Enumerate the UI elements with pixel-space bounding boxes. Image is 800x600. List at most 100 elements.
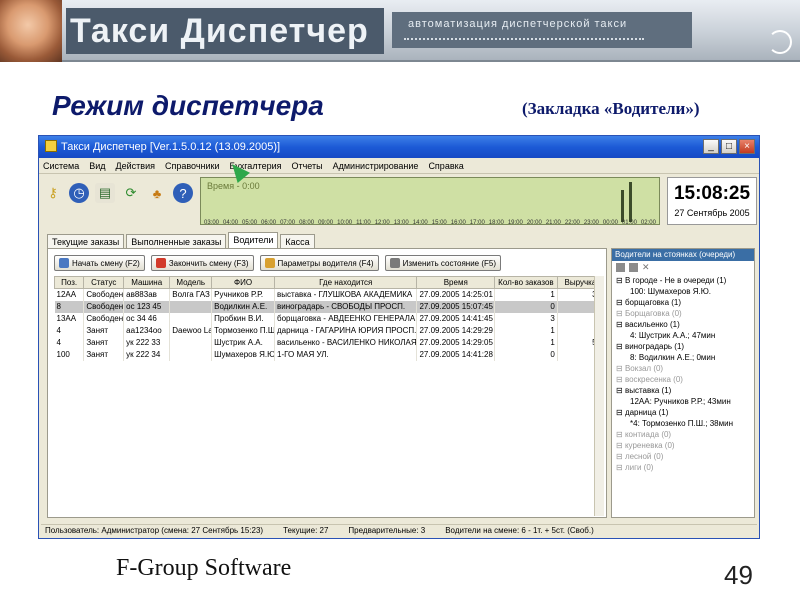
action-button[interactable]: Изменить состояние (F5) [384, 255, 502, 271]
axis-tick: 08:00 [299, 220, 315, 226]
tab-item[interactable]: Выполненные заказы [126, 234, 227, 249]
tree-node[interactable]: 100: Шумахеров Я.Ю. [616, 286, 754, 297]
tree-node[interactable]: ⊟ куреневка (0) [616, 440, 754, 451]
tree-node-label: Вокзал (0) [624, 364, 664, 373]
column-header[interactable]: Машина [123, 276, 171, 289]
tree-node[interactable]: ⊟ воскресенка (0) [616, 374, 754, 385]
tree-node[interactable]: ⊟ выставка (1) [616, 385, 754, 396]
tree-node-label: Борщаговка (0) [624, 309, 682, 318]
axis-tick: 23:00 [583, 220, 599, 226]
menu-item[interactable]: Вид [89, 158, 105, 173]
table-row[interactable]: 8 Свободен ос 123 45 Водилкин А.Е. винограда… [54, 300, 605, 313]
menu-item[interactable]: Справка [428, 158, 463, 173]
tree-node[interactable]: *4: Тормозенко П.Ш.; 38мин [616, 418, 754, 429]
key-icon[interactable]: ⚷ [43, 183, 63, 203]
action-button[interactable]: Начать смену (F2) [54, 255, 145, 271]
tree-node[interactable]: 8: Водилкин А.Е.; 0мин [616, 352, 754, 363]
tree-node-label: воскресенка (0) [624, 375, 683, 384]
tree-node[interactable]: ⊟ виноградарь (1) [616, 341, 754, 352]
tab-item[interactable]: Касса [280, 234, 315, 249]
minimize-button[interactable]: _ [703, 139, 719, 154]
menu-item[interactable]: Отчеты [292, 158, 323, 173]
table-body: 12АА Свободен ав883ав Волга ГАЗ Ручников Р.Р… [54, 288, 605, 361]
graph-bar [629, 182, 632, 222]
tree-node[interactable]: ⊟ лесной (0) [616, 451, 754, 462]
table-cell: 3 [494, 312, 558, 325]
new-order-icon[interactable]: ▤ [95, 183, 115, 203]
column-header[interactable]: Время [416, 276, 495, 289]
axis-tick: 20:00 [526, 220, 542, 226]
tree-node[interactable]: ⊟ В городе - Не в очереди (1) [616, 275, 754, 286]
tab-strip: Текущие заказы Выполненные заказы Водители… [47, 232, 315, 249]
table-cell: Волга ГАЗ [169, 288, 213, 301]
users-icon[interactable]: ♣ [147, 183, 167, 203]
maximize-button[interactable]: □ [721, 139, 737, 154]
column-header[interactable]: Поз. [53, 276, 85, 289]
menu-bar: Система Вид Действия Справочники Бухгалтерия… [39, 158, 759, 174]
axis-tick: 07:00 [280, 220, 296, 226]
table-row[interactable]: 100 Занят ук 222 34 Шумахеров Я.Ю. 1-ГО МАЯ … [54, 348, 605, 361]
tree-node[interactable]: ⊟ контиада (0) [616, 429, 754, 440]
table-cell: борщаговка - АВДЕЕНКО ГЕНЕРАЛА [274, 312, 418, 325]
axis-tick: 03:00 [204, 220, 220, 226]
tree-node-label: лесной (0) [624, 452, 664, 461]
tree-node[interactable]: ⊟ дарница (1) [616, 407, 754, 418]
table-row[interactable]: 4Занятаа1234ооDaewoo LanosТормозенко П.Ш… [54, 324, 605, 337]
table-scrollbar[interactable] [594, 276, 604, 516]
menu-item[interactable]: Справочники [165, 158, 220, 173]
graph-note: Время - 0:00 [207, 181, 260, 191]
column-header[interactable]: Статус [83, 276, 125, 289]
tree-node-label: борщаговка (1) [624, 298, 682, 307]
expand-icon[interactable] [616, 263, 625, 272]
tree-node[interactable]: ⊟ лиги (0) [616, 462, 754, 473]
slide-subtitle: (Закладка «Водители») [522, 99, 700, 118]
table-cell: Свободен [83, 300, 125, 313]
action-icon [389, 258, 400, 268]
menu-item[interactable]: Администрирование [333, 158, 419, 173]
table-cell: Шумахеров Я.Ю. [211, 348, 275, 361]
table-cell: Занят [83, 324, 125, 337]
column-header[interactable]: Модель [169, 276, 213, 289]
page-number: 49 [724, 560, 753, 590]
table-cell: выставка - ГЛУШКОВА АКАДЕМИКА [274, 288, 418, 301]
table-cell: Свободен [83, 288, 125, 301]
tab-item[interactable]: Водители [228, 232, 279, 249]
app-icon [45, 140, 57, 152]
menu-item[interactable]: Система [43, 158, 79, 173]
table-cell: аа1234оо [123, 324, 171, 337]
collapse-icon[interactable] [629, 263, 638, 272]
table-row[interactable]: 13АА Свободен ос 34 46 Пробкин В.И. борщагов… [54, 312, 605, 325]
status-text: Пользователь: Администратор (смена: 27 С… [45, 526, 264, 535]
tree-node[interactable]: ⊟ васильенко (1) [616, 319, 754, 330]
column-header[interactable]: ФИО [211, 276, 275, 289]
clock-icon[interactable]: ◷ [69, 183, 89, 203]
close-button[interactable]: × [739, 139, 755, 154]
tree-node[interactable]: ⊟ Вокзал (0) [616, 363, 754, 374]
table-cell [169, 312, 213, 325]
tree-node[interactable]: 12АА: Ручников Р.Р.; 43мин [616, 396, 754, 407]
tree-node[interactable]: ⊟ борщаговка (1) [616, 297, 754, 308]
window-titlebar[interactable]: Такси Диспетчер [Ver.1.5.0.12 (13.09.200… [39, 136, 759, 158]
queue-tools: ✕ [612, 261, 754, 275]
tree-node[interactable]: 4: Шустрик А.А.; 47мин [616, 330, 754, 341]
table-cell: 1-ГО МАЯ УЛ. [274, 348, 418, 361]
help-icon[interactable]: ? [173, 183, 193, 203]
window-title: Такси Диспетчер [Ver.1.5.0.12 (13.09.200… [61, 141, 281, 153]
axis-tick: 01:00 [621, 220, 637, 226]
remove-icon[interactable]: ✕ [642, 263, 651, 272]
menu-item[interactable]: Действия [116, 158, 155, 173]
column-header[interactable]: Кол-во заказов [494, 276, 558, 289]
action-button[interactable]: Параметры водителя (F4) [259, 255, 379, 271]
refresh-icon[interactable]: ⟳ [121, 183, 141, 203]
table-row[interactable]: 12АА Свободен ав883ав Волга ГАЗ Ручников Р.Р… [54, 288, 605, 301]
table-cell: ос 34 46 [123, 312, 171, 325]
table-cell: ос 123 45 [123, 300, 171, 313]
table-cell: ук 222 33 [123, 336, 171, 349]
action-button[interactable]: Закончить смену (F3) [150, 255, 254, 271]
column-header[interactable]: Где находится [273, 276, 418, 289]
swirl-icon [768, 30, 792, 54]
table-row[interactable]: 4 Занят ук 222 33 Шустрик А.А. васильенко - … [54, 336, 605, 349]
tab-item[interactable]: Текущие заказы [47, 234, 125, 249]
action-label: Изменить состояние (F5) [402, 258, 497, 268]
tree-node[interactable]: ⊟ Борщаговка (0) [616, 308, 754, 319]
